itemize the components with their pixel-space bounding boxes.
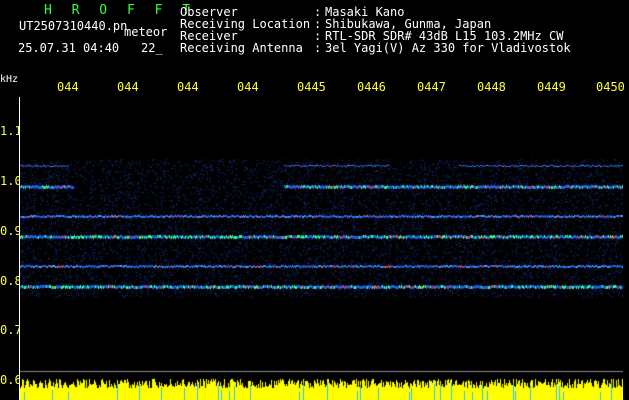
app-brand-title: H R O F F T (44, 3, 197, 18)
info-separator: : (314, 41, 322, 55)
filename-label: UT2507310440.pn (19, 19, 128, 33)
time-tick: 0447 (417, 80, 446, 94)
time-tick: 044 (177, 80, 199, 94)
time-tick: 0450 (596, 80, 625, 94)
y-axis-line (19, 97, 20, 400)
time-tick: 044 (57, 80, 79, 94)
info-value-antenna: 3el Yagi(V) Az 330 for Vladivostok (325, 41, 571, 55)
subtitle-label: meteor (124, 25, 168, 39)
time-tick: 044 (237, 80, 259, 94)
spectrogram-canvas (19, 97, 623, 400)
time-tick: 0448 (477, 80, 506, 94)
time-tick: 044 (117, 80, 139, 94)
info-label-antenna: Receiving Antenna (180, 41, 303, 55)
time-tick: 0445 (297, 80, 326, 94)
counter-label: 22_ (141, 41, 163, 55)
time-tick: 0446 (357, 80, 386, 94)
time-tick: 0449 (537, 80, 566, 94)
freq-unit-label: kHz (0, 74, 19, 85)
timestamp-label: 25.07.31 04:40 (18, 41, 120, 55)
